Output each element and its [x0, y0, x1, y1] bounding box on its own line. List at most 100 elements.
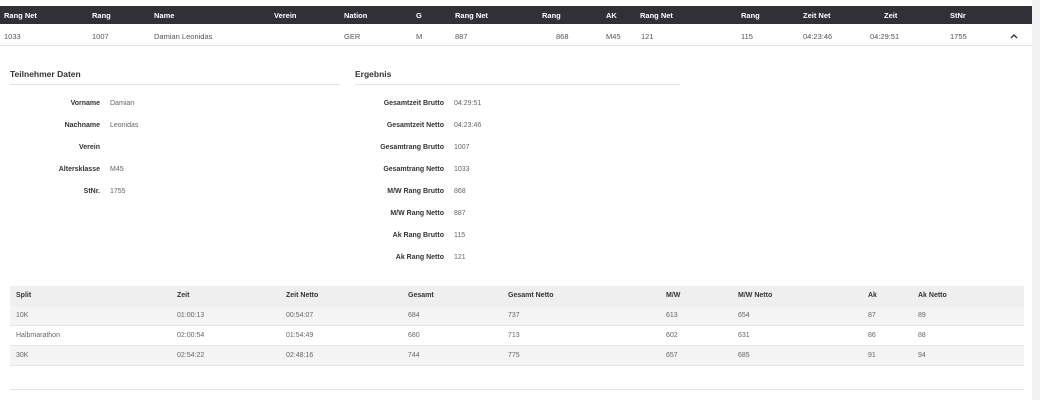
- results-header: Rang Net Rang Name Verein Nation G Rang …: [0, 6, 1032, 24]
- split-name: 10K: [16, 312, 29, 319]
- mw-rang-netto-value: 887: [454, 210, 466, 217]
- cell-nation: GER: [344, 32, 361, 41]
- col-g[interactable]: G: [416, 11, 422, 20]
- split-gesamt: 744: [408, 352, 420, 359]
- split-mw-netto: 631: [738, 332, 750, 339]
- nachname-value: Leonidas: [110, 122, 139, 129]
- vorname-value: Damian: [110, 100, 135, 107]
- col-rang[interactable]: Rang: [92, 11, 111, 20]
- table-row: 30K 02:54:22 02:48:16 744 775 657 685 91…: [10, 346, 1024, 366]
- col-stnr[interactable]: StNr: [950, 11, 966, 20]
- ak-rang-netto-value: 121: [454, 254, 466, 261]
- gesamtzeit-brutto-value: 04:29:51: [454, 100, 482, 107]
- split-col-zeit: Zeit: [177, 292, 190, 299]
- table-row: 10K 01:00:13 00:54:07 684 737 613 654 87…: [10, 306, 1024, 326]
- split-name: 30K: [16, 352, 29, 359]
- cell-ak: M45: [606, 32, 621, 41]
- col-mw-rang[interactable]: Rang: [542, 11, 561, 20]
- cell-ak-rang-net: 121: [641, 32, 654, 41]
- split-ak-netto: 88: [918, 332, 926, 339]
- col-verein[interactable]: Verein: [274, 11, 297, 20]
- split-col-gesamt: Gesamt: [408, 292, 434, 299]
- ergebnis-title: Ergebnis: [355, 69, 392, 79]
- split-mw-netto: 654: [738, 312, 750, 319]
- split-table-header: Split Zeit Zeit Netto Gesamt Gesamt Nett…: [10, 286, 1024, 306]
- split-ak-netto: 94: [918, 352, 926, 359]
- ak-rang-netto-label: Ak Rang Netto: [395, 254, 444, 261]
- split-gesamt: 684: [408, 312, 420, 319]
- chevron-up-icon[interactable]: [1008, 30, 1020, 42]
- cell-zeit: 04:29:51: [870, 32, 900, 41]
- col-rang-net[interactable]: Rang Net: [4, 11, 37, 20]
- altersklasse-value: M45: [110, 166, 124, 173]
- vorname-label: Vorname: [70, 100, 100, 107]
- stnr-value: 1755: [110, 188, 126, 195]
- split-ak: 86: [868, 332, 876, 339]
- col-ak[interactable]: AK: [606, 11, 617, 20]
- col-ak-rang-net[interactable]: Rang Net: [640, 11, 673, 20]
- split-col-zeit-netto: Zeit Netto: [286, 292, 319, 299]
- gesamtzeit-netto-label: Gesamtzeit Netto: [386, 122, 444, 129]
- split-gesamt: 680: [408, 332, 420, 339]
- split-col-gesamt-netto: Gesamt Netto: [508, 292, 554, 299]
- cell-zeit-net: 04:23:46: [803, 32, 833, 41]
- result-row[interactable]: 1033 1007 Damian Leonidas GER M 887 868 …: [0, 26, 1032, 46]
- split-mw-netto: 685: [738, 352, 750, 359]
- split-mw: 657: [666, 352, 678, 359]
- mw-rang-brutto-label: M/W Rang Brutto: [387, 188, 444, 195]
- split-gesamt-netto: 713: [508, 332, 520, 339]
- altersklasse-label: Altersklasse: [58, 166, 100, 173]
- col-nation[interactable]: Nation: [344, 11, 367, 20]
- ergebnis-divider: [355, 84, 680, 85]
- split-zeit: 01:00:13: [177, 312, 205, 319]
- split-ak-netto: 89: [918, 312, 926, 319]
- teilnehmer-divider: [10, 84, 340, 85]
- gesamtrang-brutto-label: Gesamtrang Brutto: [380, 144, 444, 151]
- split-zeit-netto: 01:54:49: [286, 332, 314, 339]
- split-ak: 91: [868, 352, 876, 359]
- gesamtzeit-brutto-label: Gesamtzeit Brutto: [383, 100, 444, 107]
- stnr-label: StNr.: [83, 188, 100, 195]
- cell-mw-rang: 868: [556, 32, 569, 41]
- col-zeit-net[interactable]: Zeit Net: [803, 11, 831, 20]
- cell-g: M: [416, 32, 423, 41]
- split-table: Split Zeit Zeit Netto Gesamt Gesamt Nett…: [10, 286, 1024, 366]
- col-name[interactable]: Name: [154, 11, 174, 20]
- split-col-split: Split: [16, 292, 32, 299]
- cell-stnr: 1755: [950, 32, 967, 41]
- split-mw: 613: [666, 312, 678, 319]
- split-zeit: 02:00:54: [177, 332, 205, 339]
- split-name: Halbmarathon: [16, 332, 60, 339]
- split-gesamt-netto: 737: [508, 312, 520, 319]
- cell-rang: 1007: [92, 32, 109, 41]
- verein-label: Verein: [78, 144, 100, 151]
- col-ak-rang[interactable]: Rang: [741, 11, 760, 20]
- split-col-ak: Ak: [868, 292, 877, 299]
- nachname-label: Nachname: [64, 122, 100, 129]
- split-col-mw: M/W: [666, 292, 681, 299]
- cell-name: Damian Leonidas: [154, 32, 213, 41]
- split-zeit-netto: 00:54:07: [286, 312, 314, 319]
- cell-ak-rang: 115: [741, 32, 753, 41]
- cell-mw-rang-net: 887: [455, 32, 468, 41]
- split-zeit: 02:54:22: [177, 352, 205, 359]
- ak-rang-brutto-value: 115: [454, 232, 466, 239]
- split-ak: 87: [868, 312, 876, 319]
- split-col-ak-netto: Ak Netto: [918, 292, 947, 299]
- cell-rang-net: 1033: [4, 32, 21, 41]
- col-zeit[interactable]: Zeit: [884, 11, 897, 20]
- split-gesamt-netto: 775: [508, 352, 520, 359]
- teilnehmer-title: Teilnehmer Daten: [10, 69, 81, 79]
- gesamtrang-netto-label: Gesamtrang Netto: [383, 166, 444, 173]
- gesamtrang-brutto-value: 1007: [454, 144, 470, 151]
- table-row: Halbmarathon 02:00:54 01:54:49 680 713 6…: [10, 326, 1024, 346]
- scrollbar-track[interactable]: [1032, 0, 1040, 400]
- ak-rang-brutto-label: Ak Rang Brutto: [392, 232, 444, 239]
- bottom-divider: [10, 389, 1024, 390]
- gesamtzeit-netto-value: 04:23:46: [454, 122, 482, 129]
- col-mw-rang-net[interactable]: Rang Net: [455, 11, 488, 20]
- gesamtrang-netto-value: 1033: [454, 166, 470, 173]
- split-mw: 602: [666, 332, 678, 339]
- split-col-mw-netto: M/W Netto: [738, 292, 773, 299]
- split-zeit-netto: 02:48:16: [286, 352, 314, 359]
